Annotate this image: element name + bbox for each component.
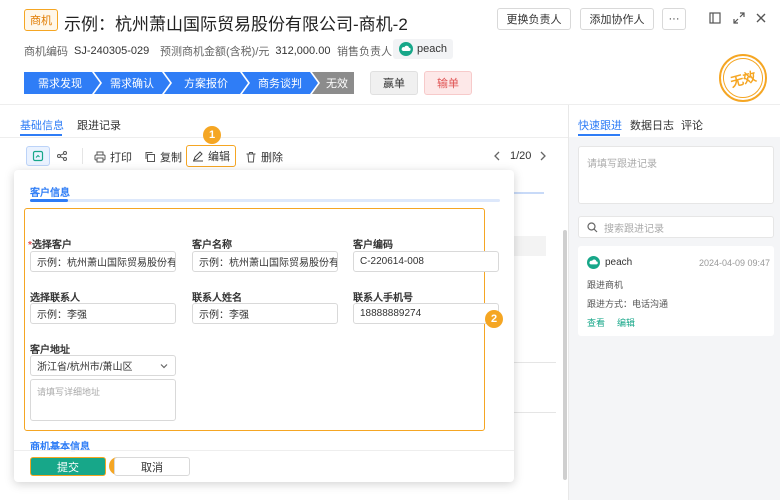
- tab-comment[interactable]: 评论: [681, 117, 703, 133]
- page-title: 示例：杭州萧山国际贸易股份有限公司-商机-2: [64, 15, 408, 34]
- print-button[interactable]: 打印: [94, 149, 132, 165]
- customer-code-input[interactable]: C-220614-008: [353, 251, 499, 272]
- owner-label: 销售负责人: [337, 46, 392, 58]
- cancel-button[interactable]: 取消: [114, 457, 190, 476]
- header-divider: [0, 104, 780, 105]
- next-page-icon[interactable]: [539, 151, 547, 164]
- cloud-avatar-icon: [399, 42, 413, 56]
- code-label: 商机编码: [24, 46, 68, 58]
- amount-label: 预测商机金额(含税)/元: [160, 46, 270, 58]
- expand-icon[interactable]: [733, 12, 745, 27]
- copy-label: 复制: [160, 152, 182, 164]
- scrollbar[interactable]: [563, 230, 567, 480]
- trash-icon: [245, 151, 257, 163]
- select-customer-label: *选择客户: [28, 240, 72, 251]
- record-line-1: 跟进商机: [587, 280, 624, 290]
- edit-label: 编辑: [208, 151, 230, 163]
- close-icon[interactable]: [755, 12, 767, 27]
- note-icon: [32, 150, 44, 162]
- select-contact-label: 选择联系人: [30, 293, 80, 304]
- section-title-customer: 客户信息: [30, 188, 70, 199]
- followup-textarea[interactable]: 请填写跟进记录: [578, 146, 774, 204]
- stage-negotiation[interactable]: 商务谈判: [250, 72, 310, 94]
- address-select-value: 浙江省/杭州市/萧山区: [37, 362, 133, 373]
- win-button[interactable]: 赢单: [370, 71, 418, 95]
- stage-demand-discovery[interactable]: 需求发现: [28, 72, 92, 94]
- record-user-name: peach: [605, 257, 633, 268]
- tabs-divider: [0, 137, 568, 138]
- record-time: 2024-04-09 09:47: [699, 258, 771, 268]
- bg-line: [514, 412, 556, 413]
- contact-name-input[interactable]: 示例：李强: [192, 303, 338, 324]
- right-tab-indicator: [578, 134, 620, 136]
- search-icon: [587, 221, 598, 233]
- tab-followup[interactable]: 跟进记录: [77, 117, 121, 133]
- panel-toggle-icon[interactable]: [709, 12, 721, 27]
- annotation-1: 1: [203, 126, 221, 144]
- stage-invalid[interactable]: 无效: [320, 72, 354, 94]
- record-edit-link[interactable]: 编辑: [617, 316, 635, 329]
- add-collaborator-button[interactable]: 添加协作人: [580, 8, 654, 30]
- customer-name-label: 客户名称: [192, 240, 232, 251]
- lose-button[interactable]: 输单: [424, 71, 472, 95]
- tab-quick-followup[interactable]: 快速跟进: [578, 117, 622, 133]
- address-select[interactable]: 浙江省/杭州市/萧山区: [30, 355, 176, 376]
- opportunity-tag: 商机: [24, 9, 58, 31]
- section-progress-track: [30, 199, 500, 202]
- contact-name-label: 联系人姓名: [192, 293, 242, 304]
- stage-demand-confirm[interactable]: 需求确认: [102, 72, 162, 94]
- address-detail-textarea[interactable]: 请填写详细地址: [30, 379, 176, 421]
- select-customer-input[interactable]: 示例：杭州萧山国际贸易股份有...: [30, 251, 176, 272]
- contact-phone-input[interactable]: 18888889274: [353, 303, 499, 324]
- submit-button[interactable]: 提交: [30, 457, 106, 476]
- copy-button[interactable]: 复制: [144, 149, 182, 165]
- tab-active-indicator: [20, 134, 62, 136]
- tab-basic-info[interactable]: 基础信息: [20, 117, 64, 133]
- toolbar-separator: [82, 148, 83, 164]
- printer-icon: [94, 151, 106, 163]
- customer-name-input[interactable]: 示例：杭州萧山国际贸易股份有...: [192, 251, 338, 272]
- select-contact-input[interactable]: 示例：李强: [30, 303, 176, 324]
- owner-chip[interactable]: peach: [393, 39, 453, 59]
- more-button[interactable]: ···: [662, 8, 686, 30]
- copy-icon: [144, 151, 156, 163]
- note-view-button[interactable]: [26, 146, 50, 166]
- address-label: 客户地址: [30, 345, 70, 356]
- search-placeholder: 搜索跟进记录: [604, 223, 664, 235]
- annotation-2: 2: [485, 310, 503, 328]
- pagination: 1/20: [510, 150, 532, 162]
- select-customer-label-text: 选择客户: [31, 240, 72, 251]
- section-progress-fill: [30, 199, 68, 202]
- amount-value: 312,000.00: [275, 45, 331, 57]
- record-view-link[interactable]: 查看: [587, 316, 605, 329]
- footer-divider: [14, 450, 514, 451]
- record-user: peach: [587, 256, 632, 269]
- prev-page-icon[interactable]: [493, 151, 501, 164]
- edit-button[interactable]: 编辑: [186, 145, 236, 167]
- cloud-avatar-icon: [587, 256, 600, 269]
- bg-line: [514, 192, 544, 194]
- delete-button[interactable]: 删除: [245, 149, 283, 165]
- change-owner-button[interactable]: 更换负责人: [497, 8, 571, 30]
- followup-search-input[interactable]: 搜索跟进记录: [578, 216, 774, 238]
- invalid-stamp: 无效: [718, 53, 768, 103]
- share-icon[interactable]: [56, 150, 68, 165]
- bg-line: [514, 362, 556, 363]
- owner-name: peach: [417, 43, 447, 55]
- contact-phone-label: 联系人手机号: [353, 293, 413, 304]
- tab-data-log[interactable]: 数据日志: [630, 117, 674, 133]
- pencil-icon: [192, 150, 204, 162]
- print-label: 打印: [110, 152, 132, 164]
- bg-block: [514, 236, 546, 256]
- invalid-stamp-text: 无效: [718, 53, 768, 103]
- stage-quotation[interactable]: 方案报价: [172, 72, 240, 94]
- customer-code-label: 客户编码: [353, 240, 393, 251]
- record-line-2: 跟进方式：电话沟通: [587, 299, 669, 309]
- delete-label: 删除: [261, 152, 283, 164]
- code-value: SJ-240305-029: [74, 45, 150, 57]
- chevron-down-icon: [159, 361, 169, 371]
